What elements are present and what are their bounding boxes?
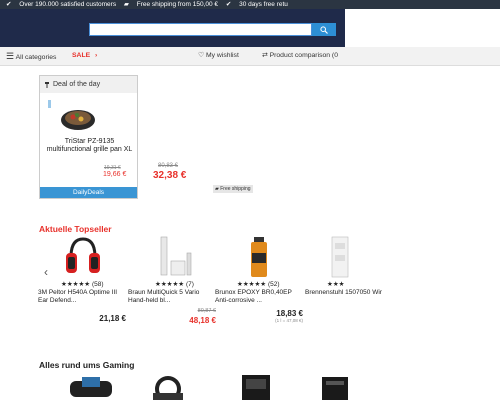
info-icon [48, 100, 51, 108]
deal-header-label: Deal of the day [53, 81, 101, 88]
product-comparison-link[interactable]: ⇄ Product comparison (0 [262, 47, 338, 65]
search-icon [320, 26, 328, 34]
chevron-right-icon: › [95, 52, 98, 59]
free-shipping-label: Free shipping [220, 186, 251, 192]
second-deal-price: 32,38 € [153, 170, 187, 181]
sale-label: SALE [72, 52, 91, 59]
product-rating: ★★★★★ (52) [215, 280, 280, 288]
search-button[interactable] [312, 23, 336, 36]
hammer-icon [45, 82, 49, 88]
product-old-price: 80,87 € [197, 308, 216, 314]
check-icon: ✔ [6, 1, 12, 8]
product-name[interactable]: Brennenstuhl 1507050 Wir [305, 289, 393, 297]
product-card[interactable]: ★★★ Brennenstuhl 1507050 Wir [305, 235, 382, 330]
product-name[interactable]: Braun MultiQuick 5 Vario Hand-held bl... [128, 289, 216, 305]
daily-deals-button[interactable]: DailyDeals [40, 187, 137, 198]
rating-stars: ★★★★★ [155, 281, 185, 288]
review-count: (58) [91, 281, 104, 288]
power-strip-image [331, 236, 349, 278]
product-price: 18,83 € [276, 309, 303, 318]
ear-defender-image [66, 237, 100, 273]
product-name[interactable]: Brunox EPOXY BR0,40EP Anti-corrosive ... [215, 289, 303, 305]
product-rating: ★★★★★ (58) [38, 280, 104, 288]
pc-case-image [242, 375, 270, 400]
all-categories-label: All categories [15, 54, 57, 61]
sale-menu[interactable]: SALE › [72, 47, 97, 65]
game-controller-image [70, 377, 112, 397]
product-rating: ★★★ [305, 280, 344, 288]
gaming-section-title: Alles rund ums Gaming [39, 360, 135, 370]
top-info-bar: ✔ Over 190.000 satisfied customers ▰ Fre… [0, 0, 500, 9]
review-count: (7) [185, 281, 194, 288]
product-card[interactable]: ★★★★★ (7) Braun MultiQuick 5 Vario Hand-… [128, 235, 218, 330]
deal-product-title[interactable]: TriStar PZ-9135 multifunctional grille p… [46, 138, 133, 154]
truck-icon: ▰ [215, 186, 219, 192]
deal-of-the-day-box[interactable]: Deal of the day TriStar PZ-9135 multifun… [39, 75, 138, 199]
deal-header: Deal of the day [40, 76, 137, 93]
product-price: 48,18 € [189, 316, 216, 325]
rating-stars: ★★★★★ [237, 281, 267, 288]
product-rating: ★★★★★ (7) [128, 280, 194, 288]
product-card[interactable]: ★★★★★ (52) Brunox EPOXY BR0,40EP Anti-co… [215, 235, 305, 330]
heart-icon: ♡ [198, 52, 205, 59]
steering-wheel-image [153, 376, 183, 400]
spray-can-image [251, 237, 267, 277]
header-right-area [345, 9, 500, 47]
review-count: (52) [267, 281, 280, 288]
usp-customers: Over 190.000 satisfied customers [19, 1, 117, 8]
product-name[interactable]: 3M Peltor H540A Optime III Ear Defend... [38, 289, 126, 305]
search-input[interactable] [89, 23, 312, 36]
check-icon: ✔ [225, 1, 232, 8]
product-price: 21,18 € [99, 314, 126, 323]
wishlist-link[interactable]: ♡ My wishlist [198, 47, 239, 65]
truck-icon: ▰ [123, 1, 129, 8]
usp-returns: 30 days free retu [239, 1, 288, 8]
compare-icon: ⇄ [262, 52, 268, 59]
topseller-title: Aktuelle Topseller [39, 224, 112, 234]
all-categories-menu[interactable]: ☰ All categories [6, 47, 56, 67]
gaming-box-image [322, 377, 348, 400]
second-deal-old-price: 80,83 € [158, 163, 179, 169]
grill-pan-image [61, 110, 95, 130]
hamburger-icon: ☰ [6, 51, 15, 61]
rating-stars: ★★★★★ [61, 281, 91, 288]
free-shipping-badge: ▰ Free shipping [213, 185, 253, 193]
deal-price: 19,66 € [103, 171, 127, 178]
comparison-label: Product comparison (0 [269, 52, 338, 59]
rating-stars: ★★★ [327, 281, 345, 288]
main-navigation: ☰ All categories SALE › ♡ My wishlist ⇄ … [0, 47, 500, 66]
product-unit-price: (1 l = 47,08 €) [275, 318, 303, 323]
hand-blender-image [160, 236, 192, 276]
usp-shipping: Free shipping from 150,00 € [136, 1, 219, 8]
product-card[interactable]: ★★★★★ (58) 3M Peltor H540A Optime III Ea… [38, 235, 128, 330]
wishlist-label: My wishlist [205, 52, 239, 59]
